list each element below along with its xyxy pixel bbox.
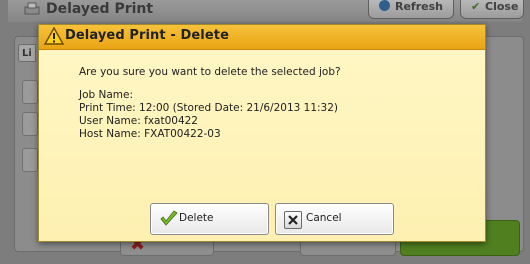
host-name: Host Name: FXAT00422-03 [79,128,221,140]
refresh-icon [379,0,390,11]
job-name: Job Name: [79,89,134,101]
side-button[interactable] [22,112,38,136]
refresh-button[interactable]: Refresh [368,0,454,19]
check-icon: ✔ [471,0,481,13]
cancel-icon [284,211,302,229]
close-button[interactable]: ✔ Close [460,0,524,19]
print-time: Print Time: 12:00 (Stored Date: 21/6/201… [79,102,339,114]
cancel-label: Cancel [306,212,342,224]
list-tab[interactable]: Li [18,44,36,62]
delete-label: Delete [179,212,214,224]
delete-button[interactable]: Delete [150,203,269,235]
cancel-button[interactable]: Cancel [275,203,394,235]
background-title: Delayed Print [46,1,154,17]
warning-icon [44,27,64,45]
side-button[interactable] [22,80,38,104]
delete-dialog: Delayed Print - Delete Are you sure you … [38,24,486,242]
dialog-title: Delayed Print - Delete [65,28,229,43]
close-label: Close [485,0,519,13]
check-icon [160,210,178,226]
user-name: User Name: fxat00422 [79,115,198,127]
confirm-question: Are you sure you want to delete the sele… [79,66,341,78]
dialog-header: Delayed Print - Delete [39,25,485,50]
side-button[interactable] [22,148,38,172]
x-icon [288,215,298,225]
printer-icon [24,2,40,15]
refresh-label: Refresh [395,0,443,13]
